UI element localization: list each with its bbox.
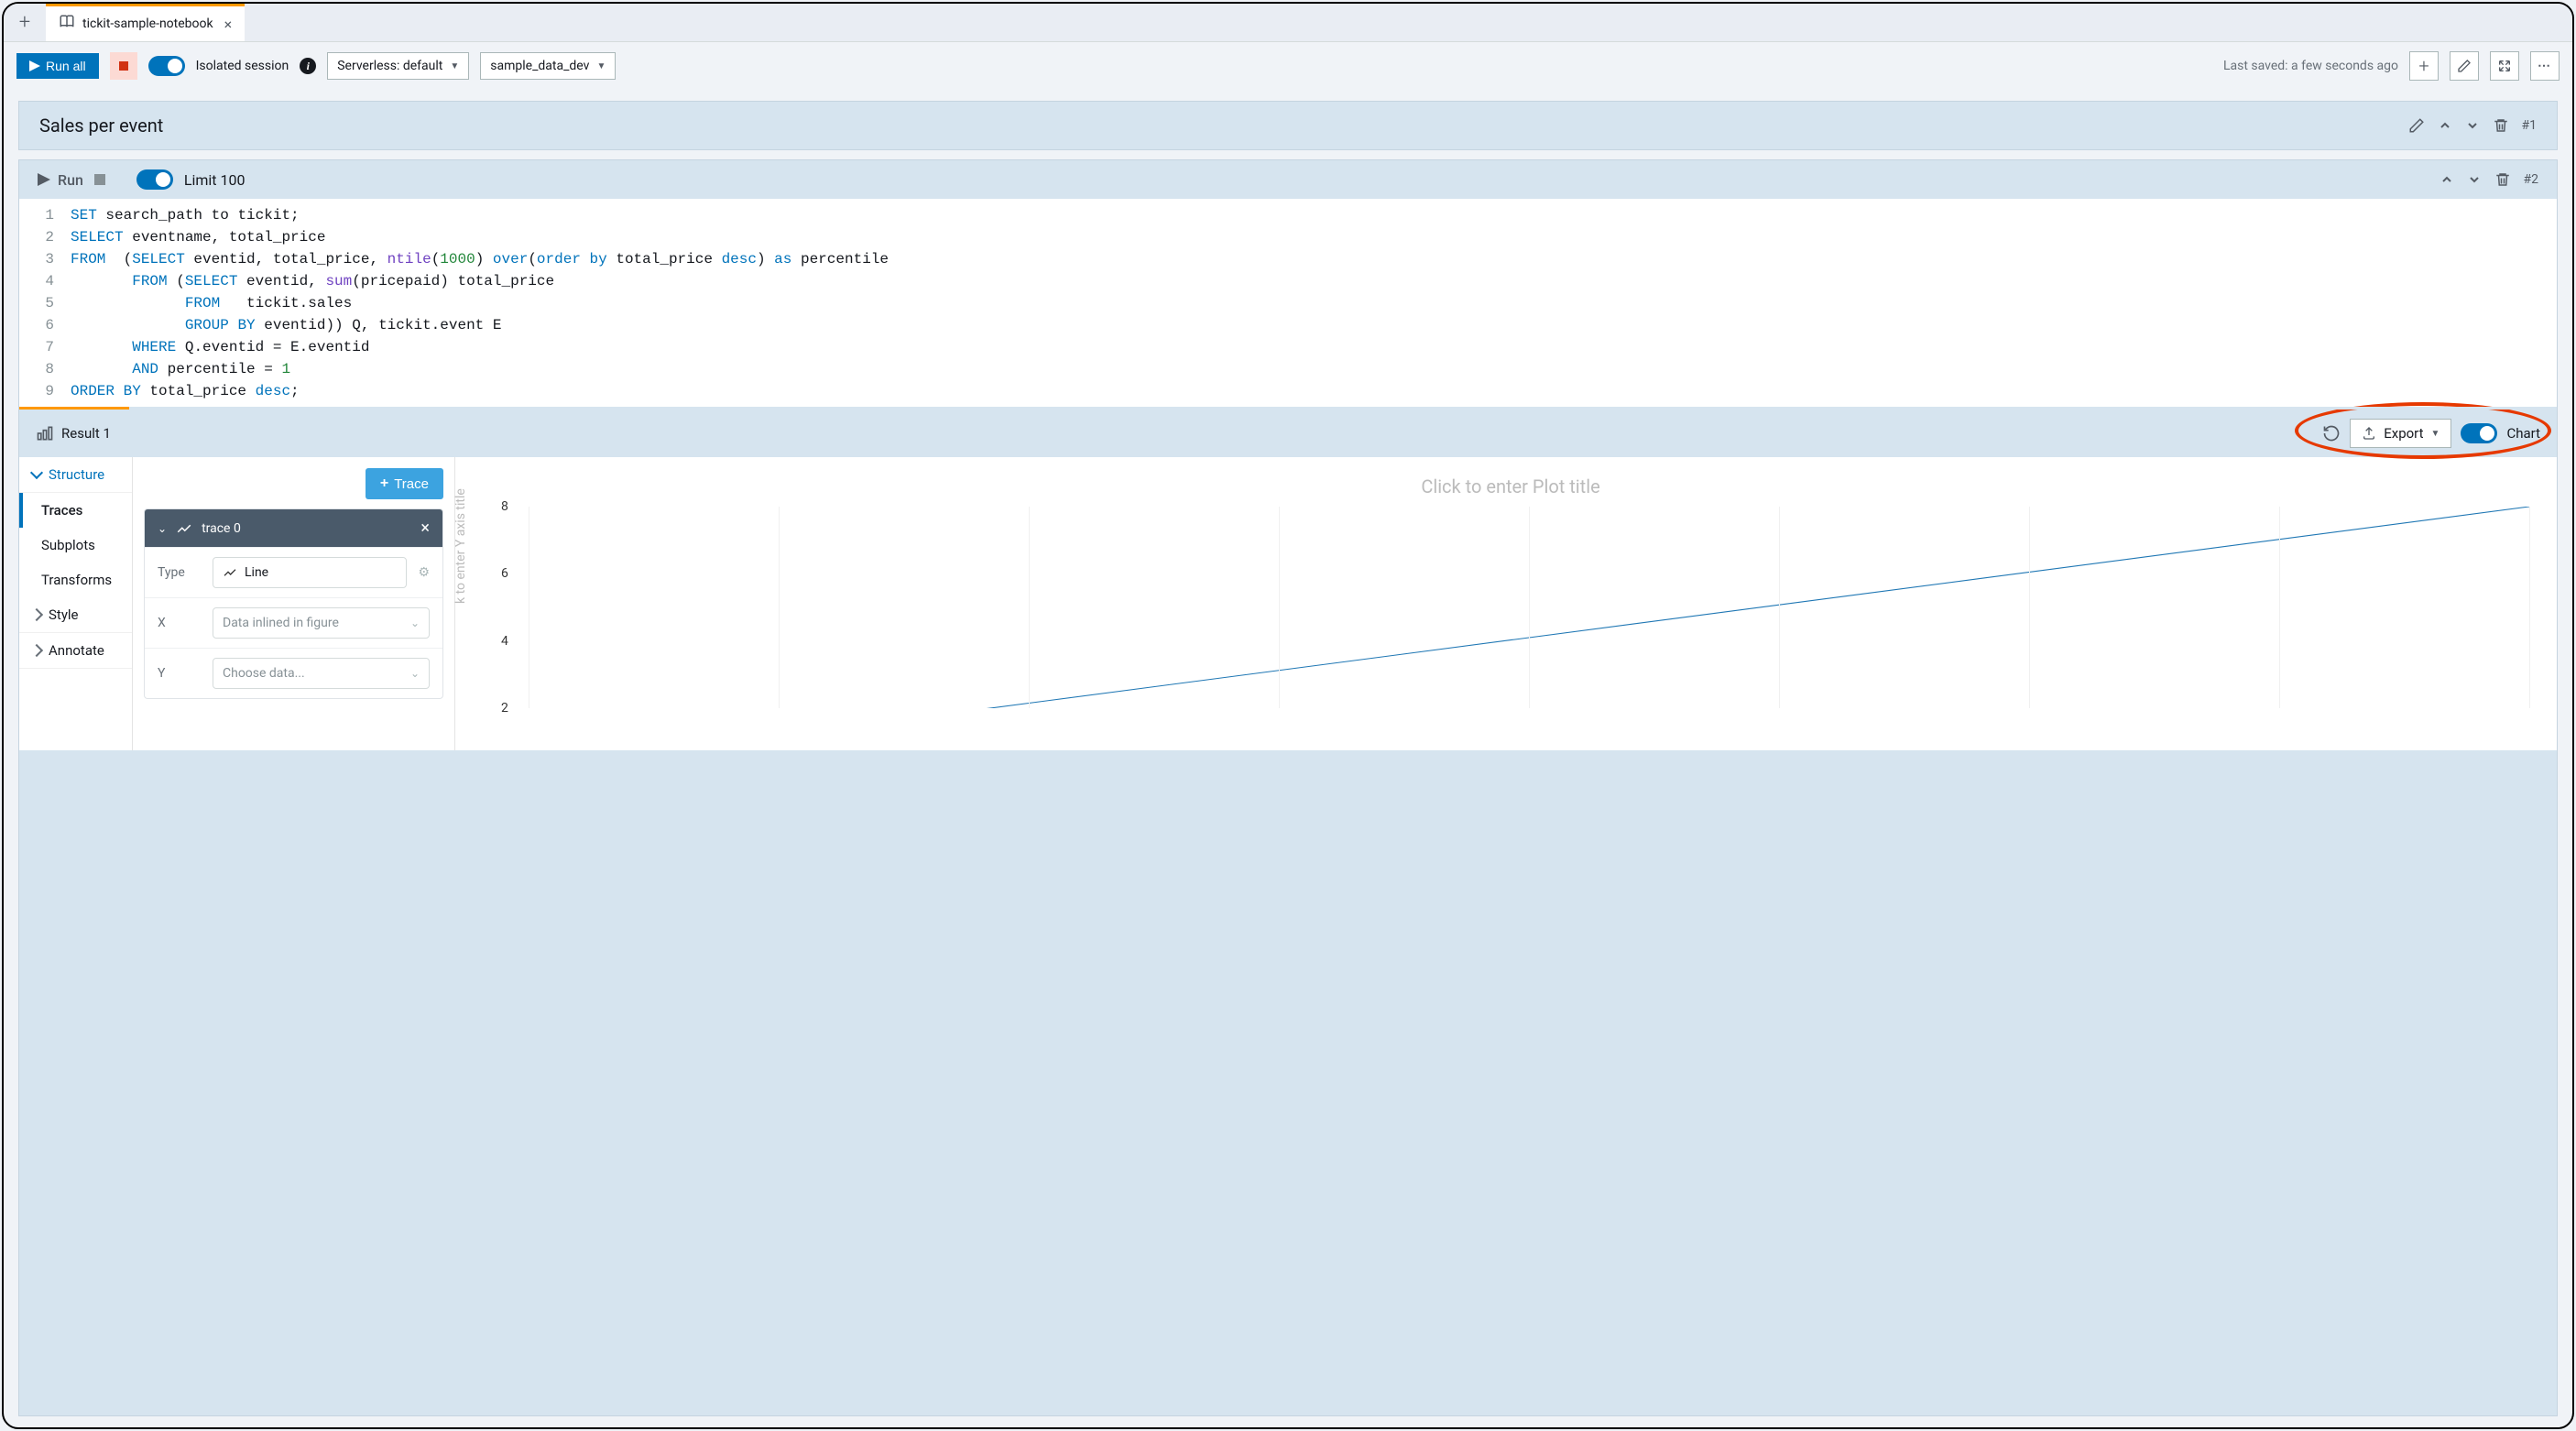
limit-label: Limit 100 (184, 171, 246, 189)
run-cell-button[interactable]: Run (38, 171, 83, 189)
add-trace-label: Trace (394, 476, 429, 492)
more-button[interactable]: ⋯ (2530, 51, 2560, 81)
chevron-down-icon: ⌄ (410, 667, 420, 680)
stop-all-button[interactable] (110, 52, 137, 80)
gear-icon[interactable]: ⚙ (418, 565, 430, 580)
close-icon[interactable]: × (420, 519, 430, 538)
query-cell: Run Limit 100 #2 1SET search_path to tic… (18, 159, 2558, 1416)
add-cell-button[interactable]: + (2409, 51, 2439, 81)
x-label: X (158, 616, 202, 630)
chart-toggle[interactable] (2461, 423, 2497, 443)
x-placeholder: Data inlined in figure (223, 616, 339, 630)
export-button[interactable]: Export ▼ (2350, 419, 2451, 448)
chevron-down-icon: ⌄ (410, 617, 420, 629)
isolated-session-label: Isolated session (196, 59, 289, 73)
subplots-tab[interactable]: Subplots (19, 528, 132, 563)
fullscreen-button[interactable] (2490, 51, 2519, 81)
trash-icon[interactable] (2494, 171, 2511, 188)
style-group[interactable]: Style (19, 597, 132, 633)
connection-value: Serverless: default (337, 59, 442, 73)
caret-down-icon: ▼ (450, 61, 459, 71)
cell-index: #1 (2522, 118, 2538, 133)
export-label: Export (2384, 425, 2423, 442)
result-tab-label: Result 1 (61, 425, 111, 442)
database-dropdown[interactable]: sample_data_dev ▼ (480, 52, 616, 80)
last-saved-text: Last saved: a few seconds ago (2223, 59, 2398, 73)
run-all-button[interactable]: Run all (16, 53, 99, 79)
edit-icon[interactable] (2408, 117, 2425, 134)
chevron-down-icon: ⌄ (158, 522, 167, 535)
traces-tab[interactable]: Traces (19, 493, 132, 528)
new-tab-button[interactable]: + (9, 7, 40, 38)
trace-type-select[interactable]: Line (213, 557, 407, 588)
trace-header[interactable]: ⌄ trace 0 × (145, 509, 442, 547)
close-tab-icon[interactable]: × (224, 16, 233, 33)
trace-x-select[interactable]: Data inlined in figure ⌄ (213, 607, 430, 639)
refresh-icon[interactable] (2322, 424, 2341, 442)
annotate-group[interactable]: Annotate (19, 633, 132, 669)
chevron-down-icon[interactable] (2467, 172, 2482, 187)
sql-editor[interactable]: 1SET search_path to tickit;2SELECT event… (19, 199, 2557, 408)
trash-icon[interactable] (2493, 117, 2509, 134)
result-tab[interactable]: Result 1 (36, 424, 111, 442)
upload-icon (2362, 426, 2376, 441)
stop-cell-button[interactable] (94, 174, 105, 185)
trace-panel: ⌄ trace 0 × Type Line ⚙ (144, 508, 443, 699)
chart-toggle-label: Chart (2506, 425, 2540, 442)
plot-yaxis-placeholder[interactable]: k to enter Y axis title (453, 488, 468, 604)
line-icon (176, 520, 192, 537)
database-value: sample_data_dev (490, 59, 589, 73)
add-trace-button[interactable]: + Trace (366, 468, 443, 499)
cell-index: #2 (2524, 172, 2539, 187)
type-value: Line (245, 565, 268, 580)
isolated-session-toggle[interactable] (148, 56, 185, 76)
trace-name: trace 0 (202, 521, 241, 536)
tab-title: tickit-sample-notebook (82, 16, 213, 31)
limit-toggle[interactable] (136, 169, 173, 190)
plot-area[interactable]: Click to enter Plot title k to enter Y a… (455, 457, 2557, 750)
cell-title: Sales per event (39, 115, 2397, 137)
line-icon (223, 565, 237, 580)
info-icon[interactable]: i (300, 58, 316, 74)
chevron-up-icon[interactable] (2440, 172, 2454, 187)
plot-title-placeholder[interactable]: Click to enter Plot title (492, 475, 2529, 497)
trace-y-select[interactable]: Choose data... ⌄ (213, 658, 430, 689)
edit-button[interactable] (2450, 51, 2479, 81)
chart-icon (36, 424, 54, 442)
run-label: Run (58, 171, 83, 189)
caret-down-icon: ▼ (596, 61, 606, 71)
caret-down-icon: ▼ (2431, 429, 2440, 439)
chevron-up-icon[interactable] (2438, 118, 2452, 133)
y-label: Y (158, 666, 202, 681)
transforms-tab[interactable]: Transforms (19, 563, 132, 597)
y-placeholder: Choose data... (223, 666, 305, 681)
connection-dropdown[interactable]: Serverless: default ▼ (327, 52, 469, 80)
chart-sidebar: Structure Traces Subplots Transforms Sty… (19, 457, 133, 750)
notebook-icon (59, 14, 75, 34)
run-all-label: Run all (46, 59, 86, 73)
chevron-down-icon[interactable] (2465, 118, 2480, 133)
markdown-cell: Sales per event #1 (18, 101, 2558, 150)
notebook-tab[interactable]: tickit-sample-notebook × (46, 4, 245, 41)
type-label: Type (158, 565, 202, 580)
structure-group[interactable]: Structure (19, 457, 132, 493)
